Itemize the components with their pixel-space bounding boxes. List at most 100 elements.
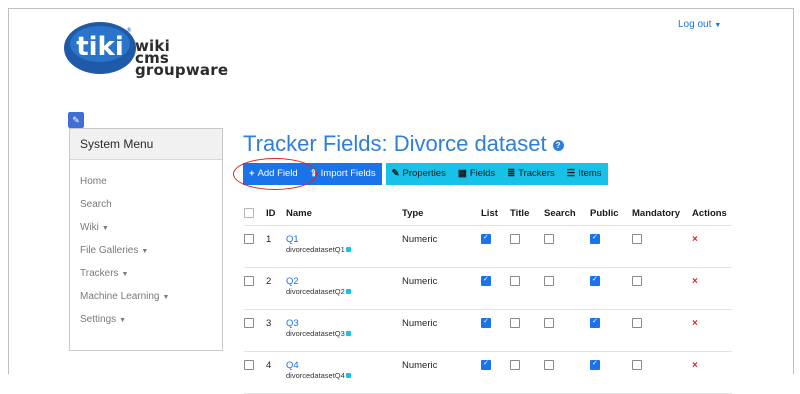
cell-search (544, 309, 590, 352)
delete-icon[interactable]: × (692, 234, 698, 245)
public-checkbox[interactable] (590, 359, 600, 371)
import-fields-button[interactable]: ⇪ Import Fields (303, 163, 382, 185)
copy-icon[interactable] (345, 331, 351, 336)
table-row: 3Q3divorcedatasetQ3Numeric × (244, 309, 732, 352)
list-checkbox[interactable] (481, 359, 491, 371)
title-checkbox[interactable] (510, 318, 520, 329)
cell-type: Numeric (402, 225, 481, 268)
cell-mandatory (632, 351, 692, 394)
cell-public (590, 309, 632, 352)
plus-icon: + (249, 168, 255, 179)
col-public: Public (590, 201, 632, 226)
field-name-link[interactable]: Q1 (286, 234, 402, 245)
add-field-button[interactable]: + Add Field (243, 163, 304, 185)
properties-button[interactable]: ✎ Properties (385, 163, 452, 185)
fields-button[interactable]: ▦ Fields (451, 163, 502, 185)
menu-item-machine-learning[interactable]: Machine Learning ▼ (70, 285, 222, 308)
permanent-name: divorcedatasetQ4 (286, 371, 402, 381)
copy-icon[interactable] (345, 247, 351, 252)
list-checkbox[interactable] (481, 275, 491, 287)
col-type: Type (402, 201, 481, 226)
search-checkbox[interactable] (544, 234, 554, 245)
permanent-name: divorcedatasetQ1 (286, 245, 402, 255)
module-edit-icon[interactable]: ✎ (68, 112, 84, 128)
info-icon[interactable]: ? (552, 139, 564, 151)
row-select-checkbox[interactable] (244, 318, 254, 329)
list-icon: ☰ (566, 168, 576, 179)
cell-select (244, 351, 266, 394)
field-name-link[interactable]: Q3 (286, 318, 402, 329)
delete-icon[interactable]: × (692, 318, 698, 329)
cell-type: Numeric (402, 351, 481, 394)
title-checkbox[interactable] (510, 360, 520, 371)
copy-icon[interactable] (345, 289, 351, 294)
row-select-checkbox[interactable] (244, 360, 254, 371)
search-checkbox[interactable] (544, 318, 554, 329)
col-id: ID (266, 201, 286, 226)
cell-select (244, 309, 266, 352)
search-checkbox[interactable] (544, 276, 554, 287)
cell-public (590, 351, 632, 394)
list-checkbox[interactable] (481, 233, 491, 245)
row-select-checkbox[interactable] (244, 276, 254, 287)
mandatory-checkbox[interactable] (632, 276, 642, 287)
row-select-checkbox[interactable] (244, 234, 254, 245)
mandatory-checkbox[interactable] (632, 318, 642, 329)
logout-link[interactable]: Log out ▼ (678, 19, 721, 30)
table-row: 4Q4divorcedatasetQ4Numeric × (244, 351, 732, 394)
cell-actions: × (692, 309, 732, 352)
cell-id: 2 (266, 267, 286, 310)
cell-mandatory (632, 267, 692, 310)
public-checkbox[interactable] (590, 317, 600, 329)
col-list: List (481, 201, 510, 226)
caret-down-icon: ▼ (101, 225, 109, 232)
col-mandatory: Mandatory (632, 201, 692, 226)
delete-icon[interactable]: × (692, 360, 698, 371)
cell-search (544, 267, 590, 310)
tracker-toolbar: + Add Field ⇪ Import Fields ✎ Properties ▦ F… (243, 163, 608, 185)
menu-item-search[interactable]: Search (70, 193, 222, 216)
menu-item-settings[interactable]: Settings ▼ (70, 308, 222, 331)
cell-title (510, 267, 544, 310)
cell-select (244, 267, 266, 310)
cell-actions: × (692, 225, 732, 268)
menu-item-trackers[interactable]: Trackers ▼ (70, 262, 222, 285)
list-checkbox[interactable] (481, 317, 491, 329)
mandatory-checkbox[interactable] (632, 360, 642, 371)
cell-mandatory (632, 309, 692, 352)
cell-name: Q1 divorcedatasetQ1 (286, 225, 402, 268)
logo-line-3: groupware (135, 61, 229, 79)
public-checkbox[interactable] (590, 233, 600, 245)
search-checkbox[interactable] (544, 360, 554, 371)
caret-down-icon: ▼ (714, 22, 722, 29)
table-icon: ▦ (457, 168, 467, 179)
cell-type: Numeric (402, 267, 481, 310)
title-checkbox[interactable] (510, 276, 520, 287)
public-checkbox[interactable] (590, 275, 600, 287)
page-title: Tracker Fields: Divorce dataset? (243, 131, 564, 157)
upload-icon: ⇪ (309, 168, 318, 179)
database-icon: ≣ (507, 168, 516, 179)
table-header-row: ID Name Type List Title Search Public Ma… (244, 201, 732, 226)
items-button[interactable]: ☰ Items (560, 163, 608, 185)
cell-search (544, 225, 590, 268)
menu-item-home[interactable]: Home (70, 170, 222, 193)
cell-list (481, 309, 510, 352)
mandatory-checkbox[interactable] (632, 234, 642, 245)
cell-select (244, 225, 266, 268)
caret-down-icon: ▼ (162, 294, 170, 301)
logo-brand: tiki (76, 32, 124, 62)
logo-wordmark: wiki cms groupware (135, 39, 229, 79)
system-menu-list: Home Search Wiki ▼ File Galleries ▼ Tracke… (70, 160, 222, 331)
title-checkbox[interactable] (510, 234, 520, 245)
menu-item-wiki[interactable]: Wiki ▼ (70, 216, 222, 239)
delete-icon[interactable]: × (692, 276, 698, 287)
cell-list (481, 225, 510, 268)
select-all-checkbox[interactable] (244, 207, 254, 218)
menu-item-file-galleries[interactable]: File Galleries ▼ (70, 239, 222, 262)
field-name-link[interactable]: Q4 (286, 360, 402, 371)
field-name-link[interactable]: Q2 (286, 276, 402, 287)
logout-label: Log out (678, 19, 712, 30)
col-actions: Actions (692, 201, 732, 226)
trackers-button[interactable]: ≣ Trackers (501, 163, 561, 185)
